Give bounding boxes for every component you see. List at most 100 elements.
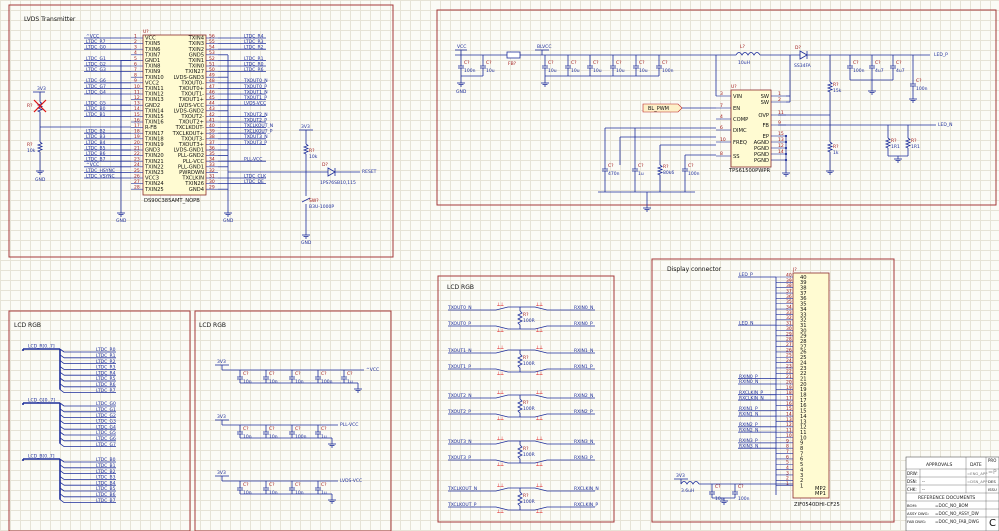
- pwr-schottky-part: SS34FA: [794, 63, 812, 69]
- lcd-cap-1-1-val: 10n: [269, 434, 278, 440]
- lvds-pin-13-num: 13: [134, 101, 140, 107]
- j-pin-18-num: 18: [786, 390, 792, 396]
- lvds-gnd-right: GND: [223, 218, 234, 224]
- lcd-caps-row-0-net: ^VCC: [366, 367, 379, 373]
- lcd-caps-row-1: 3V3 PLL-VCC C? 10n C? 10n C? 100n C? 1u: [215, 414, 358, 448]
- lvds-pin-24-num: 24: [134, 162, 140, 168]
- lcd-cap-2-1-val: 10n: [269, 490, 278, 496]
- term-rxin3-n: RXIN3_N: [574, 439, 593, 445]
- j-pin-21-num: 21: [786, 374, 792, 380]
- lcd-cap-1-3-ref: C?: [321, 426, 327, 432]
- lvds-net-txclkout-p-39: TXCLKOUT_P: [243, 129, 273, 135]
- pwr-ovp-rtop-val: 15k: [833, 88, 842, 94]
- tb-r4: ISSU: [988, 487, 997, 492]
- pwr-cin-6-val: 10u: [639, 68, 648, 74]
- j-pin-33-num: 33: [786, 310, 792, 316]
- lvds-net-txclkout-n-40: TXCLKOUT_N: [243, 123, 273, 129]
- lcd-term-1-resistor: [517, 353, 523, 369]
- lcd-cap-2-1-ref: C?: [269, 482, 275, 488]
- pwr-rpin-6-num: 12: [778, 143, 784, 149]
- lcd-bus-group: LCD_R[0..7]LTDC_R0LTDC_R1LTDC_R2LTDC_R3L…: [22, 344, 116, 504]
- pwr-pin-6-num: 6: [720, 125, 723, 131]
- lvds-pin-28-num: 28: [134, 185, 140, 191]
- lvds-reset-r-val: 10k: [309, 154, 318, 160]
- lcd-caps-group: 3V3 ^VCC C? 10n C? 10n C? 10n C? 100n C? 1u 3V3 PLL-V…: [215, 359, 379, 504]
- lvds-pin-33-num: 33: [209, 162, 215, 168]
- schematic-canvas: LVDS Transmitter U? DS90C385AMT_NOPB 1 VC…: [0, 0, 999, 531]
- tb-date-val: =ENG_APP: [967, 471, 988, 476]
- pwr-blvcc-label: BLVCC: [537, 44, 551, 50]
- lcd-bus-1: LCD_G[0..7]LTDC_G0LTDC_G1LTDC_G2LTDC_G3L…: [22, 398, 116, 448]
- lcd-cap-2-0-val: 10n: [243, 490, 252, 496]
- lcd-caps-row-0-3v3: 3V3: [217, 359, 226, 365]
- lvds-pin-1-num: 1: [134, 33, 137, 39]
- pwr-ovp-rtop-ref: R?: [833, 82, 839, 88]
- j-pin-16-num: 16: [786, 401, 792, 407]
- lcd-term-0-diff-n2: ⟂⟂: [536, 302, 543, 308]
- lvds-net-txout0-n-48: TXOUT0_N: [243, 78, 268, 84]
- lcd-net-ltdc-r3: LTDC_R3: [96, 365, 116, 371]
- j-pin-6-num: 6: [786, 454, 789, 460]
- lcd-net-ltdc-b2: LTDC_B2: [96, 469, 116, 475]
- title-block: APPROVALS DATE PRO DRW: DSN: CHK: -- -- …: [905, 456, 999, 531]
- lcd-caps-row-0: 3V3 ^VCC C? 10n C? 10n C? 10n C? 100n C? 1u: [215, 359, 379, 393]
- lvds-pin-18-num: 18: [134, 129, 140, 135]
- lcd-term-4-resistor: [517, 491, 523, 507]
- tb-dsn: DSN:: [907, 479, 917, 484]
- j-pin-34-num: 34: [786, 305, 792, 311]
- j-pin-32-num: 32: [786, 315, 792, 321]
- j-pin-4-num: 4: [786, 465, 789, 471]
- term-rxin1-p: RXIN1_P: [574, 364, 593, 370]
- pwr-cin-1: C? 10u: [480, 60, 495, 74]
- pwr-inductor-ref: L?: [740, 44, 746, 50]
- lcd-caps-row-1-net: PLL-VCC: [340, 422, 358, 428]
- lvds-pin-20-num: 20: [134, 140, 140, 146]
- lcd-term-title: LCD RGB: [447, 284, 474, 291]
- lvds-pin-17-num: 17: [134, 123, 140, 129]
- pwr-cout-3-val: 100n: [916, 86, 928, 92]
- lcd-caps-row-1-gnd: [328, 441, 336, 448]
- lvds-pin-53-num: 53: [209, 50, 215, 56]
- j-net-rxin1-p: RXIN1_P: [739, 406, 758, 412]
- pwr-led-p-net: LED_P: [934, 52, 948, 58]
- lcd-cap-0-0-val: 10n: [243, 379, 252, 385]
- lcd-net-ltdc-r7: LTDC_R7: [96, 388, 116, 394]
- lvds-net-txout2-n-42: TXOUT2_N: [243, 112, 268, 118]
- lvds-net-ltdc-b0-14: LTDC_B0: [86, 106, 106, 112]
- lcd-cap-1-3-val: 1u: [321, 434, 327, 440]
- pwr-rs1-val: 1R1: [891, 144, 900, 150]
- lvds-reset-net: RESET: [362, 169, 377, 175]
- lcd-term-0-r-val: 100R: [523, 318, 535, 324]
- j-net-rxin1-n: RXIN1_N: [739, 411, 758, 417]
- lcd-net-ltdc-g3: LTDC_G3: [96, 419, 116, 425]
- tb-date-val2: =DSN_APP: [967, 479, 988, 484]
- lvds-net-ltdc-clk-31: LTDC_CLK: [244, 173, 267, 179]
- lvds-pin-16-num: 16: [134, 117, 140, 123]
- lvds-pin-49-num: 49: [209, 73, 215, 79]
- lcd-term-2-resistor: [517, 398, 523, 414]
- lvds-pin-37-num: 37: [209, 140, 215, 146]
- lvds-pin-14-num: 14: [134, 106, 140, 112]
- lvds-pin-21-num: 21: [134, 145, 140, 151]
- lvds-net-vcc-1: ^VCC: [86, 33, 99, 39]
- lcd-net-ltdc-g2: LTDC_G2: [96, 413, 116, 419]
- j-pin-11-num: 11: [786, 428, 792, 434]
- lcd-term-pair-0: TXOUT0_NTXOUT0_PRXIN0_NRXIN0_P⟂⟂⟂⟂⟂⟂⟂⟂R?…: [447, 302, 595, 334]
- pwr-inductor-val: 10uH: [738, 60, 750, 66]
- pwr-pin-10-num: 10: [720, 137, 726, 143]
- tb-date: DATE: [970, 462, 982, 468]
- lvds-pin-34-num: 34: [209, 157, 215, 163]
- j-pin-25-num: 25: [786, 353, 792, 359]
- pwr-cin-0: C? 100n: [458, 60, 476, 74]
- term-rxin0-p: RXIN0_P: [574, 321, 593, 327]
- lvds-net-txout3-p-37: TXOUT3_P: [243, 140, 267, 146]
- lvds-pin-36-num: 36: [209, 145, 215, 151]
- lcd-net-ltdc-r1: LTDC_R1: [96, 353, 116, 359]
- lvds-pin-45-num: 45: [209, 95, 215, 101]
- lcd-caps-row-2-3v3: 3V3: [217, 470, 226, 476]
- lcd-cap-0-2-val: 10n: [295, 379, 304, 385]
- pwr-rpin-0-num: 1: [778, 91, 781, 97]
- j-pin-13-num: 13: [786, 417, 792, 423]
- pwr-cin-2-ref: C?: [548, 60, 554, 66]
- lcd-term-1-r-val: 100R: [523, 361, 535, 367]
